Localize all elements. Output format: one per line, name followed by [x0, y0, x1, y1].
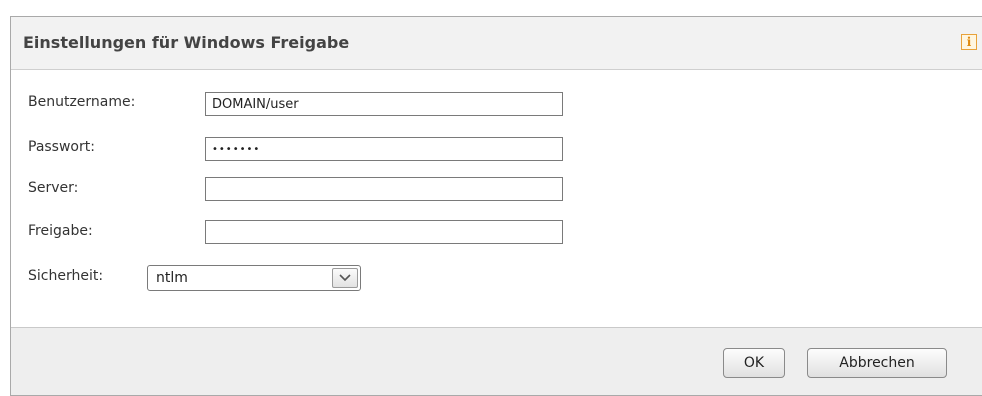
password-field[interactable] — [205, 137, 563, 161]
dialog-header: Einstellungen für Windows Freigabe i — [11, 17, 982, 70]
security-select-value: ntlm — [156, 270, 188, 286]
dialog-footer: OK Abbrechen — [11, 327, 982, 395]
server-label: Server: — [28, 180, 79, 196]
security-label: Sicherheit: — [28, 268, 104, 284]
share-label: Freigabe: — [28, 223, 93, 239]
dialog-title: Einstellungen für Windows Freigabe — [23, 33, 350, 52]
info-icon[interactable]: i — [961, 34, 977, 50]
security-select[interactable]: ntlm — [147, 265, 361, 291]
server-field[interactable] — [205, 177, 563, 201]
share-field[interactable] — [205, 220, 563, 244]
password-label: Passwort: — [28, 139, 95, 155]
username-label: Benutzername: — [28, 94, 136, 110]
ok-button[interactable]: OK — [723, 348, 785, 378]
windows-share-settings-dialog: Einstellungen für Windows Freigabe i Ben… — [10, 16, 982, 396]
chevron-down-icon[interactable] — [332, 268, 358, 288]
username-field[interactable] — [205, 92, 563, 116]
cancel-button[interactable]: Abbrechen — [807, 348, 947, 378]
